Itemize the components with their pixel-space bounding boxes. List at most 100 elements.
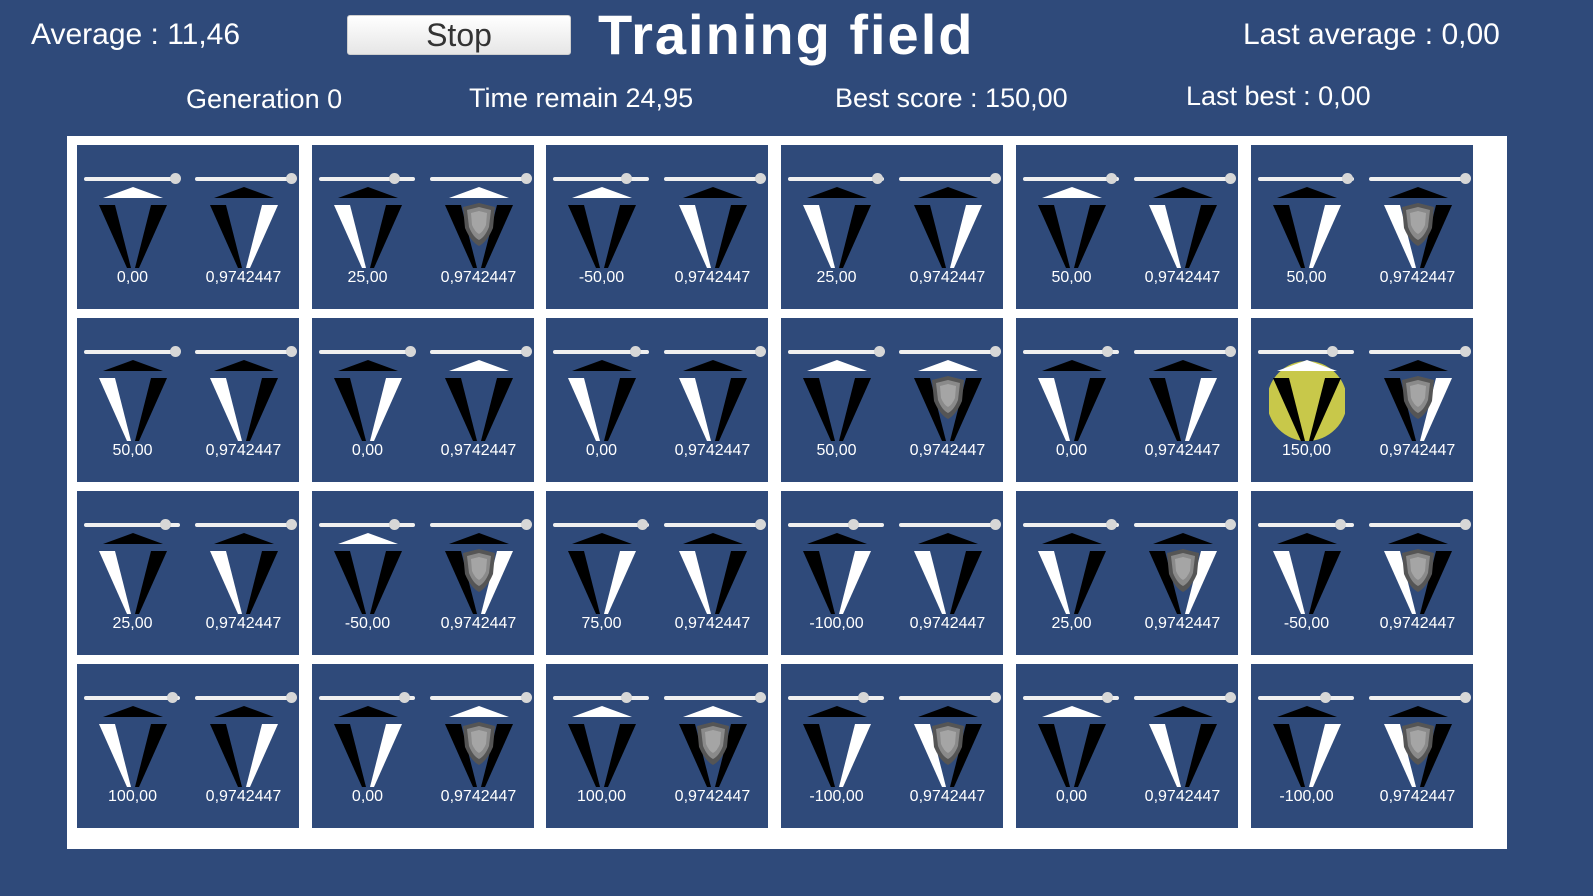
slider-knob[interactable] [286,519,297,530]
value-slider[interactable] [195,519,297,531]
slider-knob[interactable] [405,346,417,357]
score-slider[interactable] [553,519,649,531]
slider-knob[interactable] [857,692,869,703]
slider-knob[interactable] [159,519,171,530]
slider-knob[interactable] [1106,519,1118,530]
slider-knob[interactable] [620,692,632,703]
slider-knob[interactable] [990,692,1001,703]
score-slider[interactable] [84,346,182,358]
slider-knob[interactable] [521,519,532,530]
value-slider[interactable] [1134,519,1236,531]
slider-knob[interactable] [620,173,632,184]
slider-knob[interactable] [1225,346,1236,357]
score-slider[interactable] [553,346,649,358]
slider-knob[interactable] [874,346,886,357]
slider-knob[interactable] [990,346,1001,357]
value-slider[interactable] [195,173,297,185]
slider-knob[interactable] [399,692,411,703]
score-slider[interactable] [1258,519,1354,531]
value-label: 0,9742447 [909,442,986,459]
slider-knob[interactable] [629,346,641,357]
slider-knob[interactable] [990,519,1001,530]
value-slider[interactable] [899,519,1001,531]
slider-knob[interactable] [755,692,766,703]
score-slider[interactable] [319,519,415,531]
slider-knob[interactable] [1460,173,1471,184]
value-slider[interactable] [899,346,1001,358]
score-slider[interactable] [319,692,415,704]
value-slider[interactable] [1134,346,1236,358]
score-slider[interactable] [553,173,649,185]
value-slider[interactable] [664,173,766,185]
slider-knob[interactable] [1460,692,1471,703]
value-slider[interactable] [664,692,766,704]
score-slider[interactable] [1023,173,1119,185]
slider-knob[interactable] [388,173,400,184]
left-segment [99,378,131,441]
slider-knob[interactable] [286,173,297,184]
value-slider[interactable] [430,519,532,531]
slider-knob[interactable] [1342,173,1354,184]
score-slider[interactable] [319,173,415,185]
score-slider[interactable] [84,173,182,185]
slider-knob[interactable] [521,692,532,703]
slider-knob[interactable] [170,346,182,357]
slider-knob[interactable] [755,519,766,530]
slider-knob[interactable] [755,346,766,357]
value-slider[interactable] [430,692,532,704]
slider-knob[interactable] [872,173,884,184]
slider-knob[interactable] [1101,346,1113,357]
score-slider[interactable] [1023,519,1119,531]
slider-knob[interactable] [1326,346,1338,357]
value-slider[interactable] [1134,173,1236,185]
slider-knob[interactable] [1320,692,1332,703]
score-slider[interactable] [788,173,884,185]
value-slider[interactable] [195,692,297,704]
score-slider[interactable] [84,692,180,704]
value-slider[interactable] [1369,519,1471,531]
slider-knob[interactable] [521,346,532,357]
value-slider[interactable] [1369,346,1471,358]
slider-knob[interactable] [286,346,297,357]
slider-knob[interactable] [1225,692,1236,703]
value-slider[interactable] [430,346,532,358]
score-slider[interactable] [1023,692,1119,704]
score-slider[interactable] [1258,346,1354,358]
value-slider[interactable] [430,173,532,185]
value-slider[interactable] [1369,173,1471,185]
score-slider[interactable] [84,519,180,531]
slider-knob[interactable] [1101,692,1113,703]
score-slider[interactable] [553,692,649,704]
value-slider[interactable] [1134,692,1236,704]
slider-knob[interactable] [755,173,766,184]
agent-triangle-icon [1269,186,1345,270]
score-slider[interactable] [1258,692,1354,704]
value-slider[interactable] [195,346,297,358]
slider-knob[interactable] [1460,519,1471,530]
slider-knob[interactable] [167,692,179,703]
score-slider[interactable] [788,519,884,531]
score-slider[interactable] [1258,173,1354,185]
value-slider[interactable] [899,173,1001,185]
slider-knob[interactable] [1460,346,1471,357]
slider-knob[interactable] [1225,519,1236,530]
score-slider[interactable] [319,346,417,358]
slider-knob[interactable] [990,173,1001,184]
stop-button[interactable]: Stop [347,15,571,55]
slider-knob[interactable] [637,519,649,530]
slider-knob[interactable] [1225,173,1236,184]
slider-knob[interactable] [170,173,182,184]
score-slider[interactable] [788,346,886,358]
value-slider[interactable] [1369,692,1471,704]
slider-knob[interactable] [848,519,860,530]
score-slider[interactable] [1023,346,1119,358]
value-slider[interactable] [664,346,766,358]
slider-knob[interactable] [286,692,297,703]
value-slider[interactable] [664,519,766,531]
value-slider[interactable] [899,692,1001,704]
slider-knob[interactable] [388,519,400,530]
slider-knob[interactable] [521,173,532,184]
score-slider[interactable] [788,692,884,704]
slider-knob[interactable] [1106,173,1118,184]
slider-knob[interactable] [1334,519,1346,530]
